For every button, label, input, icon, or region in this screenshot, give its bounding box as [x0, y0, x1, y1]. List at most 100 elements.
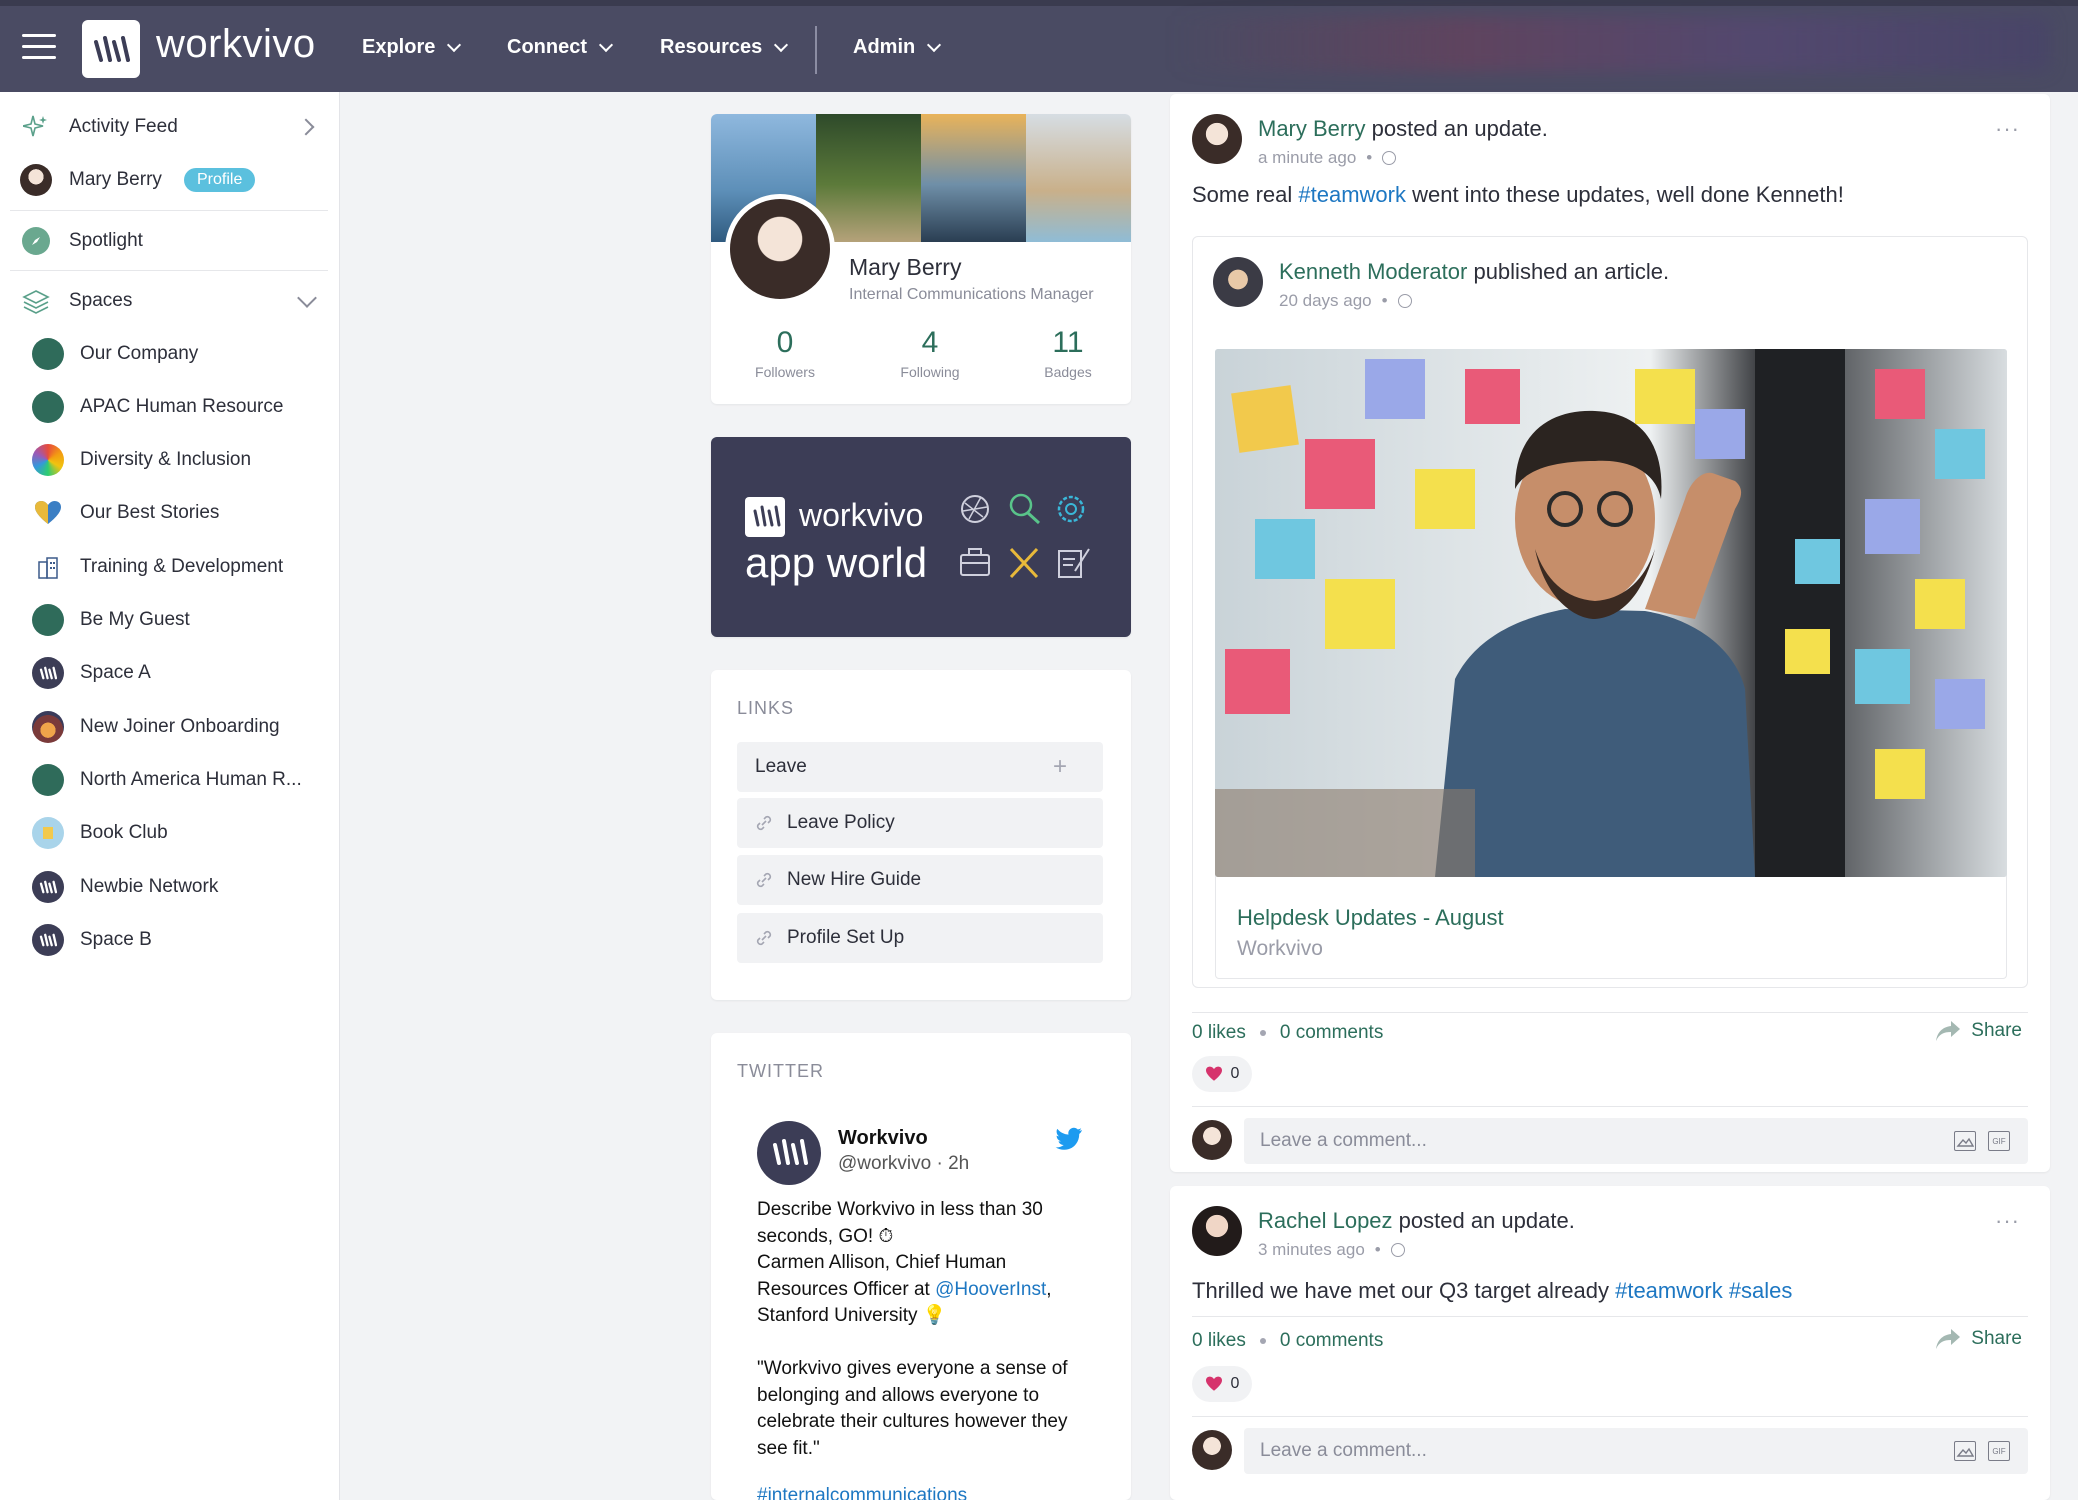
sidebar-item-label: Newbie Network: [80, 876, 219, 897]
sidebar-space-apac-hr[interactable]: APAC Human Resource: [0, 382, 340, 432]
post-action: published an article.: [1467, 259, 1670, 284]
post-stats: 0 likes 0 comments: [1192, 1022, 1383, 1044]
likes-link[interactable]: 0 likes: [1192, 1022, 1246, 1044]
gif-icon[interactable]: GIF: [1988, 1441, 2010, 1461]
sidebar-space-best-stories[interactable]: Our Best Stories: [0, 488, 340, 538]
workvivo-logo-icon: [32, 924, 64, 956]
post-text: Some real #teamwork went into these upda…: [1192, 182, 1844, 208]
nav-connect[interactable]: Connect: [507, 36, 614, 59]
badges-stat[interactable]: 11 Badges: [998, 326, 1131, 380]
following-stat[interactable]: 4 Following: [860, 326, 1000, 380]
sidebar-item-profile[interactable]: Mary Berry Profile: [0, 155, 340, 205]
brand-name[interactable]: workvivo: [156, 22, 316, 67]
gif-icon[interactable]: GIF: [1988, 1131, 2010, 1151]
profile-badge[interactable]: Profile: [184, 168, 256, 192]
avatar[interactable]: [1192, 1206, 1242, 1256]
profile-name[interactable]: Mary Berry: [849, 254, 961, 281]
book-icon: [32, 817, 64, 849]
like-reaction-button[interactable]: 0: [1192, 1056, 1252, 1092]
profile-card: Mary Berry Internal Communications Manag…: [711, 114, 1131, 404]
nav-admin-label: Admin: [853, 36, 916, 58]
tweet-mention-link[interactable]: @HooverInst: [935, 1279, 1046, 1300]
followers-stat[interactable]: 0 Followers: [715, 326, 855, 380]
hashtag-link[interactable]: #sales: [1729, 1278, 1793, 1303]
image-upload-icon[interactable]: [1954, 1131, 1976, 1151]
space-logo-icon: [32, 338, 64, 370]
share-button[interactable]: Share: [1935, 1328, 2022, 1350]
chevron-down-icon: [927, 37, 942, 52]
tweet-handle[interactable]: @workvivo · 2h: [838, 1153, 969, 1175]
hashtag-link[interactable]: #teamwork: [1298, 182, 1406, 207]
heart-icon: [32, 497, 64, 529]
sidebar-item-spaces[interactable]: Spaces: [0, 276, 340, 326]
tweet-hashtag-link[interactable]: #internalcommunications: [757, 1485, 967, 1500]
avatar[interactable]: [1192, 114, 1242, 164]
share-icon: [1936, 1021, 1961, 1041]
link-profile-set-up[interactable]: Profile Set Up: [737, 913, 1103, 963]
image-upload-icon[interactable]: [1954, 1441, 1976, 1461]
feed-post: Mary Berry posted an update. a minute ag…: [1170, 94, 2050, 1172]
app-icons-grid-icon: [960, 493, 1090, 579]
twitter-bird-icon[interactable]: [1055, 1127, 1083, 1151]
post-author-link[interactable]: Rachel Lopez: [1258, 1208, 1393, 1233]
post-author-link[interactable]: Mary Berry: [1258, 116, 1366, 141]
post-time[interactable]: 20 days ago: [1279, 291, 1372, 311]
sidebar-space-b[interactable]: Space B: [0, 915, 340, 965]
sidebar-space-book-club[interactable]: Book Club: [0, 808, 340, 858]
sidebar-item-spotlight[interactable]: Spotlight: [0, 216, 340, 266]
twitter-title: TWITTER: [737, 1061, 824, 1081]
sidebar-space-diversity[interactable]: Diversity & Inclusion: [0, 435, 340, 485]
hashtag-link[interactable]: #teamwork: [1615, 1278, 1723, 1303]
more-options-icon[interactable]: ···: [1995, 1208, 2020, 1234]
nav-resources[interactable]: Resources: [660, 36, 789, 59]
plus-icon[interactable]: +: [1053, 753, 1067, 781]
link-icon: [756, 815, 772, 831]
link-leave-policy[interactable]: Leave Policy: [737, 798, 1103, 848]
workvivo-logo-icon[interactable]: [82, 20, 140, 78]
sidebar-item-label: Our Company: [80, 343, 199, 364]
nav-explore[interactable]: Explore: [362, 36, 462, 59]
post-text: Thrilled we have met our Q3 target alrea…: [1192, 1278, 1792, 1304]
like-reaction-button[interactable]: 0: [1192, 1366, 1252, 1402]
tweet-line: Describe Workvivo in less than 30 second…: [757, 1199, 1043, 1247]
sidebar-space-na-hr[interactable]: North America Human R...: [0, 755, 340, 805]
avatar[interactable]: [725, 194, 835, 304]
menu-icon[interactable]: [22, 34, 56, 60]
sidebar-space-be-my-guest[interactable]: Be My Guest: [0, 595, 340, 645]
more-options-icon[interactable]: ···: [1995, 116, 2020, 142]
twitter-card: TWITTER Workvivo @workvivo · 2h Describe…: [711, 1033, 1131, 1500]
sidebar-space-a[interactable]: Space A: [0, 648, 340, 698]
nav-admin[interactable]: Admin: [853, 36, 942, 59]
comment-input[interactable]: [1244, 1130, 1904, 1152]
sidebar-space-training[interactable]: Training & Development: [0, 542, 340, 592]
workvivo-logo-icon: [32, 871, 64, 903]
post-header: Mary Berry posted an update.: [1258, 116, 1548, 142]
comments-link[interactable]: 0 comments: [1280, 1022, 1383, 1044]
sidebar-item-activity-feed[interactable]: Activity Feed: [0, 102, 340, 152]
sidebar-space-our-company[interactable]: Our Company: [0, 329, 340, 379]
comments-link[interactable]: 0 comments: [1280, 1330, 1383, 1352]
app-world-banner[interactable]: workvivo app world: [711, 437, 1131, 637]
avatar[interactable]: [1213, 257, 1263, 307]
chevron-down-icon: [447, 37, 462, 52]
links-card: LINKS Leave + Leave Policy New Hire Guid…: [711, 670, 1131, 1000]
comment-input[interactable]: [1244, 1440, 1904, 1462]
post-time[interactable]: 3 minutes ago: [1258, 1240, 1365, 1260]
likes-link[interactable]: 0 likes: [1192, 1330, 1246, 1352]
share-button[interactable]: Share: [1935, 1020, 2022, 1042]
post-author-link[interactable]: Kenneth Moderator: [1279, 259, 1467, 284]
post-time[interactable]: a minute ago: [1258, 148, 1356, 168]
article-image[interactable]: [1215, 349, 2007, 877]
avatar: [1192, 1120, 1232, 1160]
reaction-count: 0: [1230, 1375, 1240, 1392]
tweet-author[interactable]: Workvivo: [838, 1127, 928, 1150]
avatar[interactable]: [757, 1121, 821, 1185]
sidebar-space-new-joiner[interactable]: New Joiner Onboarding: [0, 702, 340, 752]
links-group-leave[interactable]: Leave +: [737, 742, 1103, 792]
article-title-link[interactable]: Helpdesk Updates - August: [1237, 905, 1504, 931]
sidebar-space-newbie[interactable]: Newbie Network: [0, 862, 340, 912]
links-group-label: Leave: [755, 756, 807, 777]
chevron-down-icon: [598, 37, 614, 52]
link-new-hire-guide[interactable]: New Hire Guide: [737, 855, 1103, 905]
heart-icon: [1205, 1066, 1222, 1081]
